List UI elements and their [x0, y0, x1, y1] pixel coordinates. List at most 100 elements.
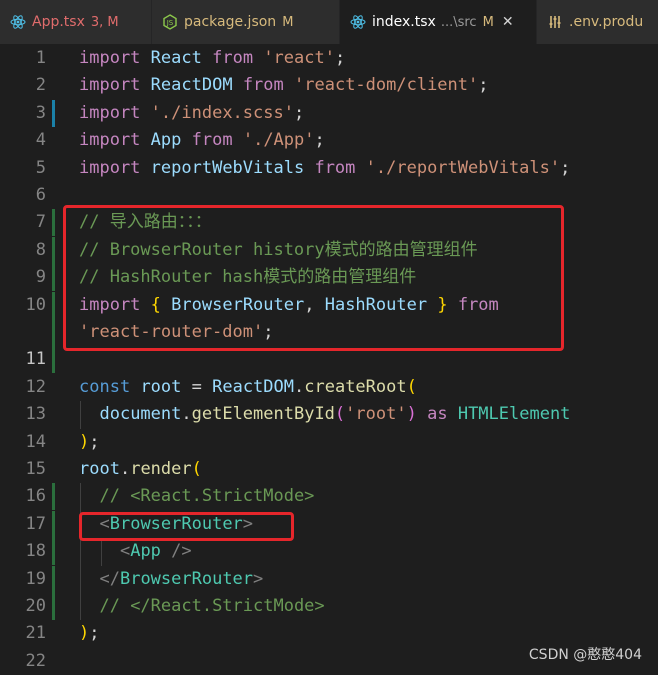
line-number: 17	[25, 513, 46, 534]
code-token: ;	[334, 48, 346, 68]
editor-tab-bar: App.tsx 3, M JS package.json M index.tsx…	[0, 0, 658, 45]
code-token: ;	[314, 130, 325, 151]
tab-status: M	[482, 14, 494, 30]
code-line[interactable]: 15 root.render(	[0, 456, 658, 483]
line-number: 10	[25, 294, 46, 315]
line-number: 18	[25, 541, 46, 562]
settings-icon	[547, 14, 563, 30]
watermark: CSDN @憨憨404	[528, 647, 642, 663]
code-token: reportWebVitals	[150, 157, 305, 178]
code-token: ;	[293, 102, 305, 123]
code-text: // <React.StrictMode>	[79, 483, 314, 510]
code-line[interactable]: 16 // <React.StrictMode>	[0, 483, 658, 511]
line-number: 20	[25, 596, 46, 616]
code-token: 'react-dom/client'	[294, 75, 479, 96]
indent-guide	[80, 401, 81, 429]
code-token: from	[212, 48, 254, 68]
git-change-marker	[52, 483, 55, 511]
code-token: './reportWebVitals'	[365, 157, 561, 178]
code-token: 'root'	[345, 404, 407, 425]
code-text: document.getElementById('root') as HTMLE…	[79, 401, 570, 428]
code-line[interactable]: 19 </BrowserRouter>	[0, 565, 658, 593]
tab-label: .env.produ	[569, 14, 644, 30]
tab-label: package.json	[184, 14, 277, 30]
code-token: './App'	[242, 130, 315, 151]
git-change-marker	[52, 291, 55, 319]
nodejs-icon: JS	[162, 14, 178, 30]
git-change-marker	[52, 346, 55, 374]
close-icon[interactable]: ✕	[502, 14, 514, 30]
code-token: from	[191, 130, 233, 151]
code-token: render	[130, 459, 192, 479]
line-number: 13	[25, 404, 46, 425]
git-change-marker	[52, 319, 55, 346]
line-number: 2	[35, 75, 46, 96]
code-line[interactable]: 4 import App from './App';	[0, 127, 658, 154]
code-token: ;	[89, 623, 100, 644]
code-text: import App from './App';	[79, 127, 325, 154]
code-text: import reportWebVitals from './reportWeb…	[79, 155, 570, 182]
code-token: getElementById	[191, 404, 335, 425]
code-token: import	[79, 48, 141, 68]
code-line[interactable]: 12 const root = ReactDOM.createRoot(	[0, 374, 658, 401]
code-line[interactable]: 1 import React from 'react';	[0, 45, 658, 72]
code-token: App	[150, 130, 182, 151]
indent-guide	[101, 538, 102, 566]
code-line[interactable]: 2 import ReactDOM from 'react-dom/client'…	[0, 72, 658, 99]
code-text: );	[79, 429, 100, 456]
code-text: <App />	[79, 538, 192, 565]
code-text: root.render(	[79, 456, 202, 483]
code-editor[interactable]: 1 import React from 'react'; 2 import React…	[0, 44, 658, 674]
code-token: )	[79, 431, 90, 452]
code-token: import	[79, 130, 141, 151]
code-token: (	[406, 376, 417, 397]
code-line[interactable]: 13 document.getElementById('root') as HT…	[0, 401, 658, 428]
code-token: ;	[478, 75, 489, 96]
line-number: 7	[35, 212, 46, 233]
code-token: </	[99, 568, 120, 589]
tab-package-json[interactable]: JS package.json M	[152, 0, 340, 44]
code-token: // <React.StrictMode>	[99, 486, 315, 507]
code-token: ReactDOM	[212, 376, 294, 397]
code-line[interactable]: 18 <App />	[0, 538, 658, 566]
code-line[interactable]: 14);	[0, 429, 658, 456]
code-line[interactable]: 20 // </React.StrictMode>	[0, 593, 658, 620]
tab-app-tsx[interactable]: App.tsx 3, M	[0, 0, 152, 44]
tab-index-tsx[interactable]: index.tsx ...\src M ✕	[340, 0, 537, 44]
code-token: const	[79, 376, 131, 397]
code-token: import	[79, 157, 141, 178]
tab-env-production[interactable]: .env.produ	[537, 0, 658, 44]
highlight-box-browserrouter-tag	[79, 512, 294, 541]
code-token: import	[79, 102, 141, 123]
code-token: />	[171, 541, 192, 562]
line-number: 15	[25, 459, 46, 479]
line-number: 3	[35, 102, 46, 123]
code-token: )	[79, 623, 90, 644]
code-token: from	[314, 157, 356, 178]
code-token: as	[427, 404, 448, 425]
line-number: 14	[25, 431, 46, 452]
code-line[interactable]: 3 import './index.scss';	[0, 99, 658, 127]
code-token: App	[130, 541, 161, 562]
line-number: 21	[25, 623, 46, 644]
line-number: 16	[25, 486, 46, 507]
git-change-marker	[52, 593, 55, 620]
code-line[interactable]: 5 import reportWebVitals from './reportWe…	[0, 155, 658, 182]
git-change-marker	[52, 565, 55, 593]
tab-path: ...\src	[440, 14, 477, 30]
code-token: .	[294, 376, 305, 397]
code-token: import	[79, 75, 141, 96]
